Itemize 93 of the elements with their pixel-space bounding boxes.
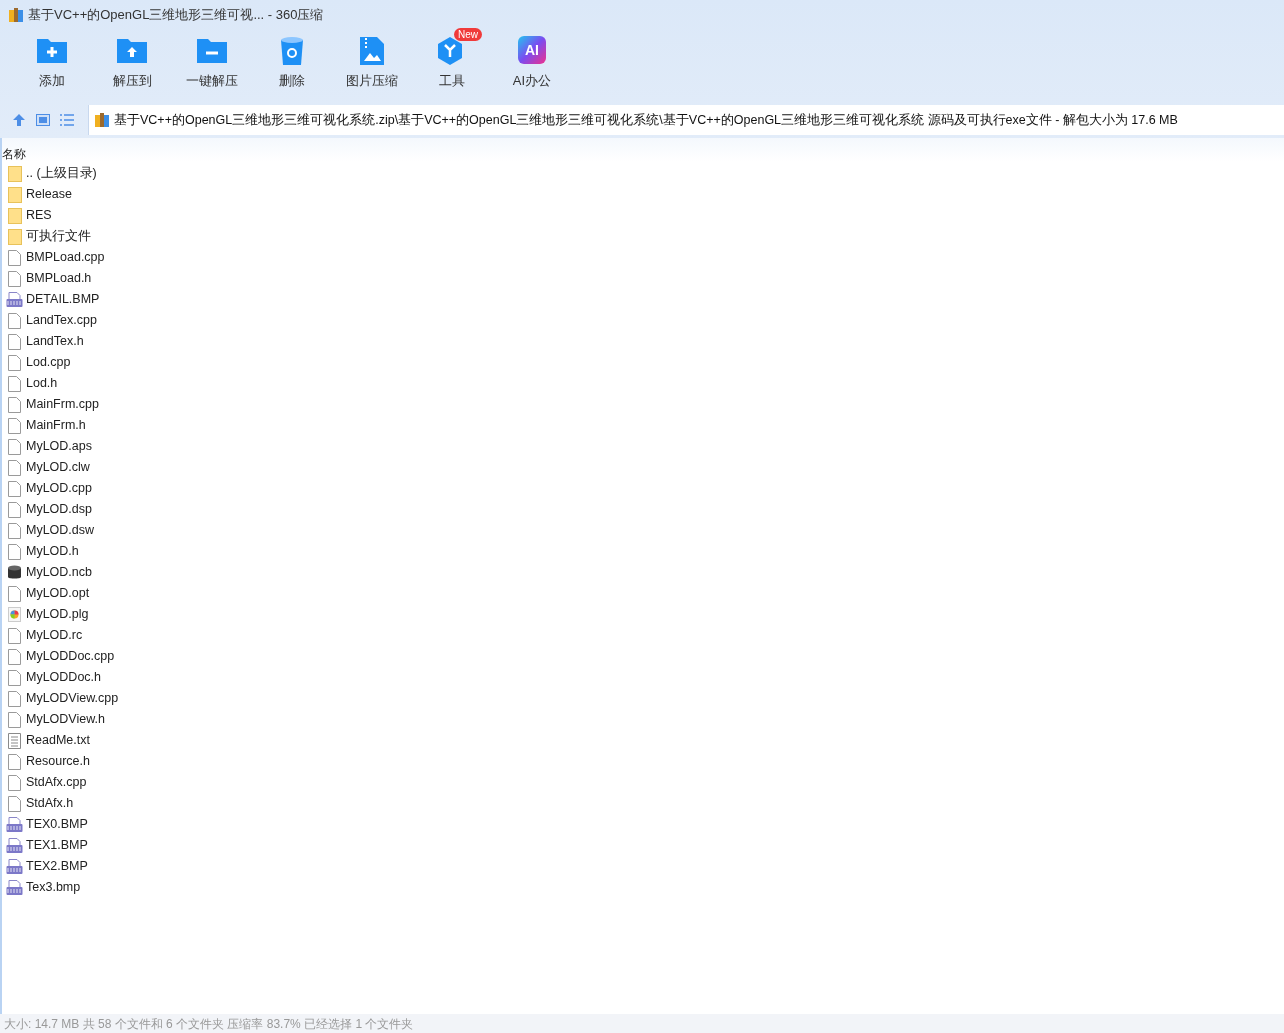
document-icon — [8, 627, 21, 644]
document-icon — [8, 774, 21, 791]
folder-plus-icon — [36, 36, 68, 64]
bitmap-file-icon — [6, 879, 23, 896]
new-badge: New — [454, 28, 482, 41]
file-row[interactable]: MainFrm.h — [2, 415, 1284, 436]
document-icon — [8, 522, 21, 539]
file-row[interactable]: MyLOD.ncb — [2, 562, 1284, 583]
file-row[interactable]: MyLOD.dsp — [2, 499, 1284, 520]
address-bar[interactable]: 基于VC++的OpenGL三维地形三维可视化系统.zip\基于VC++的OpenGL三维地形三维可视化系统\基于VC++的OpenGL三维地形三维可视化系统 源码及可执行exe文件 - 解包大小为 17.6 MB — [88, 105, 1284, 135]
app-logo-icon — [8, 7, 24, 23]
file-row[interactable]: Tex3.bmp — [2, 877, 1284, 898]
file-row[interactable]: MyLODDoc.cpp — [2, 646, 1284, 667]
document-icon — [8, 753, 21, 770]
document-icon — [8, 354, 21, 371]
toolbar-button[interactable]: 解压到 — [92, 30, 172, 94]
document-icon — [8, 417, 21, 434]
document-icon — [8, 459, 21, 476]
bitmap-file-icon — [6, 816, 23, 833]
thumbnail-view-icon[interactable] — [36, 114, 50, 126]
file-row[interactable]: Lod.cpp — [2, 352, 1284, 373]
file-row[interactable]: Lod.h — [2, 373, 1284, 394]
file-row[interactable]: LandTex.h — [2, 331, 1284, 352]
document-icon — [8, 585, 21, 602]
column-header[interactable]: 名称 — [2, 147, 26, 161]
folder-icon — [7, 186, 22, 203]
document-icon — [8, 690, 21, 707]
color-wheel-icon — [8, 607, 21, 622]
ai-icon: AI — [518, 36, 546, 64]
toolbar-button[interactable]: 删除 — [252, 30, 332, 94]
bitmap-file-icon — [6, 291, 23, 308]
toolbar-button[interactable]: 添加 — [12, 30, 92, 94]
file-row[interactable]: Release — [2, 184, 1284, 205]
file-row[interactable]: MyLOD.rc — [2, 625, 1284, 646]
file-row[interactable]: MyLODView.cpp — [2, 688, 1284, 709]
document-icon — [8, 375, 21, 392]
status-bar: 大小: 14.7 MB 共 58 个文件和 6 个文件夹 压缩率 83.7% 已经选择 1 个文件夹 — [0, 1014, 1284, 1033]
archive-icon — [94, 112, 110, 128]
list-view-icon[interactable] — [60, 114, 74, 126]
file-row[interactable]: MainFrm.cpp — [2, 394, 1284, 415]
file-row[interactable]: MyLOD.dsw — [2, 520, 1284, 541]
file-row[interactable]: MyLOD.plg — [2, 604, 1284, 625]
bitmap-file-icon — [6, 858, 23, 875]
document-icon — [8, 312, 21, 329]
up-arrow-icon[interactable] — [12, 113, 26, 127]
file-row[interactable]: TEX2.BMP — [2, 856, 1284, 877]
document-icon — [8, 795, 21, 812]
text-file-icon — [8, 732, 21, 749]
image-file-icon — [359, 36, 385, 66]
file-row[interactable]: 可执行文件 — [2, 226, 1284, 247]
file-row[interactable]: MyLOD.aps — [2, 436, 1284, 457]
file-row[interactable]: DETAIL.BMP — [2, 289, 1284, 310]
toolbar-button[interactable]: New 工具 — [412, 30, 492, 94]
file-row[interactable]: MyLODDoc.h — [2, 667, 1284, 688]
file-row[interactable]: BMPLoad.cpp — [2, 247, 1284, 268]
document-icon — [8, 270, 21, 287]
file-row[interactable]: StdAfx.cpp — [2, 772, 1284, 793]
file-row[interactable]: LandTex.cpp — [2, 310, 1284, 331]
toolbar-button[interactable]: AI AI办公 — [492, 30, 572, 94]
toolbar-button[interactable]: 一键解压 — [172, 30, 252, 94]
file-row[interactable]: RES — [2, 205, 1284, 226]
document-icon — [8, 333, 21, 350]
document-icon — [8, 480, 21, 497]
file-row[interactable]: StdAfx.h — [2, 793, 1284, 814]
file-row[interactable]: BMPLoad.h — [2, 268, 1284, 289]
recycle-bin-icon — [280, 36, 304, 66]
toolbar-button[interactable]: 图片压缩 — [332, 30, 412, 94]
file-row[interactable]: MyLODView.h — [2, 709, 1284, 730]
file-row[interactable]: TEX0.BMP — [2, 814, 1284, 835]
file-row[interactable]: MyLOD.clw — [2, 457, 1284, 478]
file-row[interactable]: MyLOD.h — [2, 541, 1284, 562]
folder-icon — [7, 207, 22, 224]
window-title: 基于VC++的OpenGL三维地形三维可视... - 360压缩 — [28, 6, 324, 25]
file-row[interactable]: ReadMe.txt — [2, 730, 1284, 751]
document-icon — [8, 648, 21, 665]
file-row[interactable]: TEX1.BMP — [2, 835, 1284, 856]
document-icon — [8, 543, 21, 560]
bitmap-file-icon — [6, 837, 23, 854]
document-icon — [8, 396, 21, 413]
file-row[interactable]: MyLOD.opt — [2, 583, 1284, 604]
document-icon — [8, 249, 21, 266]
database-icon — [8, 565, 21, 580]
file-row[interactable]: .. (上级目录) — [2, 163, 1284, 184]
document-icon — [8, 501, 21, 518]
document-icon — [8, 438, 21, 455]
folder-icon — [7, 228, 22, 245]
folder-upload-icon — [116, 36, 148, 64]
document-icon — [8, 711, 21, 728]
file-row[interactable]: MyLOD.cpp — [2, 478, 1284, 499]
folder-minus-icon — [196, 36, 228, 64]
folder-icon — [7, 165, 22, 182]
document-icon — [8, 669, 21, 686]
file-row[interactable]: Resource.h — [2, 751, 1284, 772]
